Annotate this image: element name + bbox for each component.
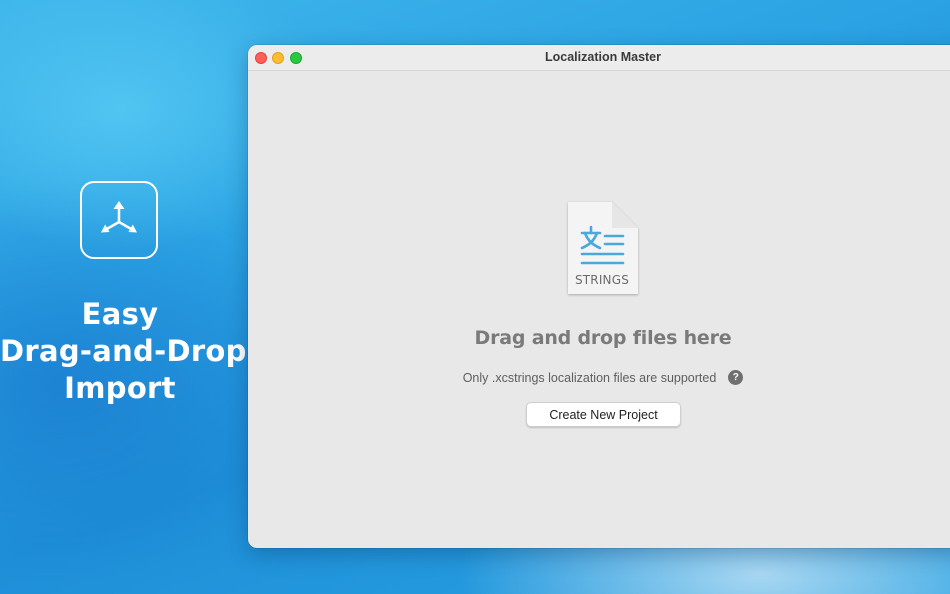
create-new-project-button[interactable]: Create New Project: [526, 402, 681, 427]
title-bar[interactable]: Localization Master: [248, 45, 950, 71]
drag-drop-arrows-icon: [80, 181, 158, 259]
promo-headline: Easy Drag-and-Drop Import: [0, 296, 247, 407]
support-info-row: Only .xcstrings localization files are s…: [248, 370, 950, 385]
supported-files-text: Only .xcstrings localization files are s…: [462, 370, 717, 385]
promo-headline-line-1: Easy: [81, 297, 159, 331]
window-title: Localization Master: [545, 50, 661, 64]
promo-headline-line-2: Drag-and-Drop: [0, 334, 247, 368]
strings-file-icon: STRINGS: [566, 200, 642, 298]
app-window: Localization Master STRINGS Drag and dro…: [248, 45, 950, 548]
help-icon[interactable]: ?: [728, 370, 744, 385]
drop-zone-headline: Drag and drop files here: [474, 327, 732, 349]
file-icon-label: STRINGS: [574, 273, 630, 287]
promo-headline-line-3: Import: [64, 371, 176, 405]
